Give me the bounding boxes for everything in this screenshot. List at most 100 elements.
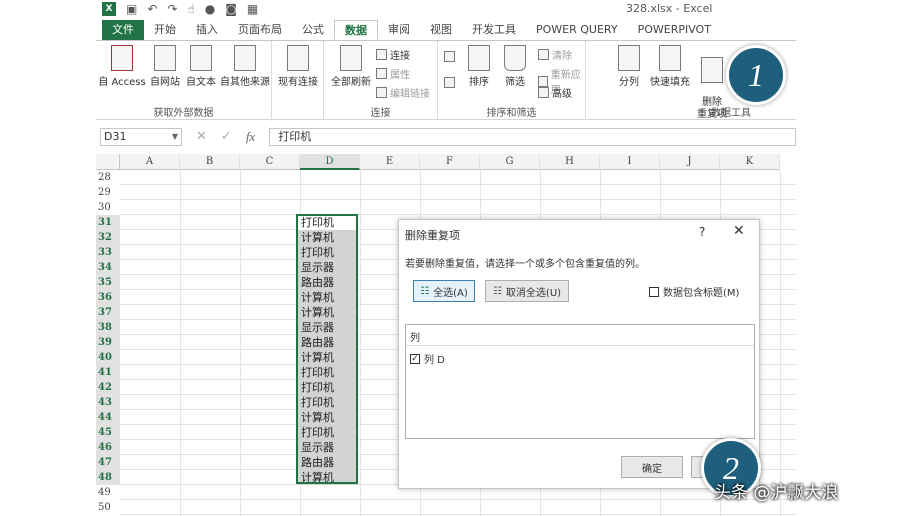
column-header-f[interactable]: F	[420, 154, 480, 170]
title-bar: X ▣ ↶ ↷ ☝ ● ◙ ▦ 328.xlsx - Excel	[96, 0, 796, 18]
confirm-icon[interactable]: ✓	[221, 129, 232, 145]
row-header[interactable]: 50	[96, 500, 120, 515]
row-header[interactable]: 45	[96, 425, 120, 440]
row-header[interactable]: 47	[96, 455, 120, 470]
camera-icon[interactable]: ◙	[225, 2, 237, 16]
save-icon[interactable]: ▣	[126, 2, 137, 16]
clear-button[interactable]: 清除	[538, 47, 572, 62]
undo-icon[interactable]: ↶	[147, 2, 157, 16]
text-to-columns-button[interactable]: 分列	[614, 45, 644, 88]
column-header-d[interactable]: D	[300, 154, 360, 170]
text-file-icon	[190, 45, 212, 71]
column-header-k[interactable]: K	[720, 154, 780, 170]
properties-icon	[376, 68, 387, 79]
column-header-i[interactable]: I	[600, 154, 660, 170]
from-other-sources-button[interactable]: 自其他来源	[220, 45, 270, 88]
sort-button[interactable]: 排序	[464, 45, 494, 88]
row-header[interactable]: 40	[96, 350, 120, 365]
advanced-filter-icon	[538, 87, 549, 98]
checkbox-icon[interactable]	[649, 286, 659, 297]
from-text-button[interactable]: 自文本	[184, 45, 218, 88]
tab-page-layout[interactable]: 页面布局	[228, 20, 292, 40]
ok-button[interactable]: 确定	[621, 456, 683, 478]
tab-developer[interactable]: 开发工具	[462, 20, 526, 40]
column-header-h[interactable]: H	[540, 154, 600, 170]
tab-formulas[interactable]: 公式	[292, 20, 334, 40]
cancel-icon[interactable]: ✕	[196, 129, 207, 145]
row-header[interactable]: 37	[96, 305, 120, 320]
properties-button[interactable]: 属性	[376, 66, 410, 81]
other-sources-icon	[234, 45, 256, 71]
row-header[interactable]: 48	[96, 470, 120, 485]
column-header-e[interactable]: E	[360, 154, 420, 170]
connections-button[interactable]: 连接	[376, 47, 410, 62]
tab-review[interactable]: 审阅	[378, 20, 420, 40]
excel-window: X ▣ ↶ ↷ ☝ ● ◙ ▦ 328.xlsx - Excel 文件 开始 插…	[96, 0, 796, 516]
row-header[interactable]: 39	[96, 335, 120, 350]
row-header[interactable]: 42	[96, 380, 120, 395]
tab-powerpivot[interactable]: POWERPIVOT	[628, 20, 721, 40]
tab-view[interactable]: 视图	[420, 20, 462, 40]
filter-button[interactable]: 筛选	[500, 45, 530, 88]
step-badge-1: 1	[726, 45, 786, 105]
tab-insert[interactable]: 插入	[186, 20, 228, 40]
row-header[interactable]: 44	[96, 410, 120, 425]
edit-links-button[interactable]: 编辑链接	[376, 85, 430, 100]
help-icon[interactable]: ?	[699, 225, 705, 239]
name-box[interactable]: D31 ▼	[100, 128, 182, 146]
row-header[interactable]: 32	[96, 230, 120, 245]
select-all-icon: ☷	[420, 285, 430, 297]
form-icon[interactable]: ▦	[247, 2, 258, 16]
record-icon[interactable]: ●	[205, 2, 215, 16]
row-header[interactable]: 46	[96, 440, 120, 455]
tab-data[interactable]: 数据	[334, 20, 378, 40]
row-header[interactable]: 36	[96, 290, 120, 305]
column-header-b[interactable]: B	[180, 154, 240, 170]
tab-home[interactable]: 开始	[144, 20, 186, 40]
chevron-down-icon[interactable]: ▼	[172, 129, 178, 145]
tab-file[interactable]: 文件	[102, 20, 144, 40]
row-header[interactable]: 34	[96, 260, 120, 275]
from-access-button[interactable]: 自 Access	[98, 45, 146, 88]
sort-za-button[interactable]	[444, 77, 455, 88]
select-all-button[interactable]: ☷ 全选(A)	[413, 280, 475, 302]
sort-az-button[interactable]	[444, 51, 455, 62]
sort-icon	[468, 45, 490, 71]
refresh-all-button[interactable]: 全部刷新	[330, 45, 372, 88]
flash-fill-button[interactable]: 快速填充	[648, 45, 692, 88]
tab-power-query[interactable]: POWER QUERY	[526, 20, 628, 40]
close-icon[interactable]: ✕	[733, 223, 745, 239]
formula-input[interactable]: 打印机	[269, 128, 796, 146]
column-header-c[interactable]: C	[240, 154, 300, 170]
group-existing: 现有连接	[272, 41, 324, 121]
row-header[interactable]: 35	[96, 275, 120, 290]
touch-mode-icon[interactable]: ☝	[187, 2, 194, 16]
row-header[interactable]: 30	[96, 200, 120, 215]
row-header[interactable]: 49	[96, 485, 120, 500]
header-checkbox[interactable]: 数据包含标题(M)	[649, 284, 739, 299]
select-all-corner[interactable]	[96, 154, 120, 170]
function-icon[interactable]: fx	[246, 129, 255, 145]
from-web-button[interactable]: 自网站	[148, 45, 182, 88]
list-item[interactable]: ✓ 列 D	[410, 351, 445, 366]
column-header-j[interactable]: J	[660, 154, 720, 170]
column-header-g[interactable]: G	[480, 154, 540, 170]
column-header-a[interactable]: A	[120, 154, 180, 170]
remove-duplicates-icon	[701, 57, 723, 83]
existing-connections-button[interactable]: 现有连接	[276, 45, 320, 88]
columns-list[interactable]: 列 ✓ 列 D	[405, 324, 755, 439]
group-connections: 全部刷新 连接 属性 编辑链接 连接	[324, 41, 438, 121]
row-header[interactable]: 31	[96, 215, 120, 230]
unselect-all-button[interactable]: ☷ 取消全选(U)	[485, 280, 569, 302]
row-header[interactable]: 28	[96, 170, 120, 185]
row-header[interactable]: 41	[96, 365, 120, 380]
group-get-external-data: 自 Access 自网站 自文本 自其他来源 获取外部数据	[96, 41, 272, 121]
dialog-instructions: 若要删除重复值，请选择一个或多个包含重复值的列。	[405, 259, 645, 270]
row-header[interactable]: 43	[96, 395, 120, 410]
advanced-button[interactable]: 高级	[538, 85, 572, 100]
redo-icon[interactable]: ↷	[167, 2, 177, 16]
row-header[interactable]: 33	[96, 245, 120, 260]
row-header[interactable]: 29	[96, 185, 120, 200]
row-header[interactable]: 38	[96, 320, 120, 335]
checkbox-checked-icon[interactable]: ✓	[410, 353, 420, 364]
